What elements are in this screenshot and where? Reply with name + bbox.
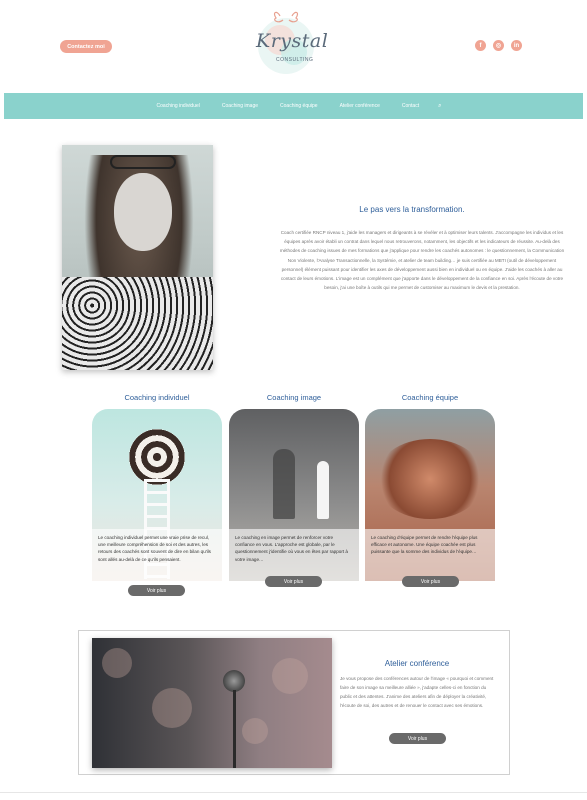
- nav-item-contact[interactable]: Contact: [402, 103, 419, 109]
- logo-subtitle: CONSULTING: [276, 57, 314, 63]
- card-title-coaching-equipe[interactable]: Coaching équipe: [365, 393, 495, 402]
- logo[interactable]: Krystal CONSULTING: [250, 6, 328, 78]
- card-title-coaching-image[interactable]: Coaching image: [229, 393, 359, 402]
- voir-plus-button-image[interactable]: Voir plus: [265, 576, 322, 587]
- hands-image: [375, 439, 485, 519]
- search-icon[interactable]: ⌕: [438, 103, 441, 110]
- card-title-coaching-individuel[interactable]: Coaching individuel: [92, 393, 222, 402]
- intro-title: Le pas vers la transformation.: [359, 205, 465, 214]
- contact-button[interactable]: Contactez moi: [60, 40, 112, 53]
- nav-item-coaching-individuel[interactable]: Coaching individuel: [157, 103, 200, 109]
- nav-item-coaching-image[interactable]: Coaching image: [222, 103, 258, 109]
- card-coaching-image[interactable]: Le coaching en image permet de renforcer…: [229, 409, 359, 581]
- instagram-icon[interactable]: ◎: [493, 40, 504, 51]
- card-coaching-equipe[interactable]: Le coaching d'équipe permet de rendre l'…: [365, 409, 495, 581]
- linkedin-icon[interactable]: in: [511, 40, 522, 51]
- voir-plus-button-conference[interactable]: Voir plus: [389, 733, 446, 744]
- nav-item-coaching-equipe[interactable]: Coaching équipe: [280, 103, 318, 109]
- shadow-image: [273, 449, 295, 519]
- nav-item-atelier-conference[interactable]: Atelier conférence: [340, 103, 380, 109]
- target-image: [129, 429, 185, 485]
- conference-photo: [92, 638, 332, 768]
- card-coaching-individuel[interactable]: Le coaching individuel permet une vraie …: [92, 409, 222, 581]
- facebook-icon[interactable]: f: [475, 40, 486, 51]
- logo-script: Krystal: [256, 30, 329, 52]
- card-description: Le coaching d'équipe permet de rendre l'…: [365, 529, 495, 581]
- footer-divider: [0, 792, 587, 800]
- microphone-stand: [233, 690, 236, 768]
- intro-text: Coach certifiée RNCP niveau 1, j'aide le…: [279, 230, 565, 291]
- microphone-image: [223, 670, 245, 692]
- portrait-photo: [62, 145, 213, 370]
- social-links: f ◎ in: [475, 40, 522, 51]
- main-nav: Coaching individuel Coaching image Coach…: [4, 93, 583, 119]
- voir-plus-button-equipe[interactable]: Voir plus: [402, 576, 459, 587]
- person-image: [317, 461, 329, 519]
- voir-plus-button-individuel[interactable]: Voir plus: [128, 585, 185, 596]
- card-description: Le coaching individuel permet une vraie …: [92, 529, 222, 581]
- conference-title: Atelier conférence: [384, 659, 450, 668]
- card-description: Le coaching en image permet de renforcer…: [229, 529, 359, 581]
- conference-text: Je vous propose des conférences autour d…: [340, 676, 494, 708]
